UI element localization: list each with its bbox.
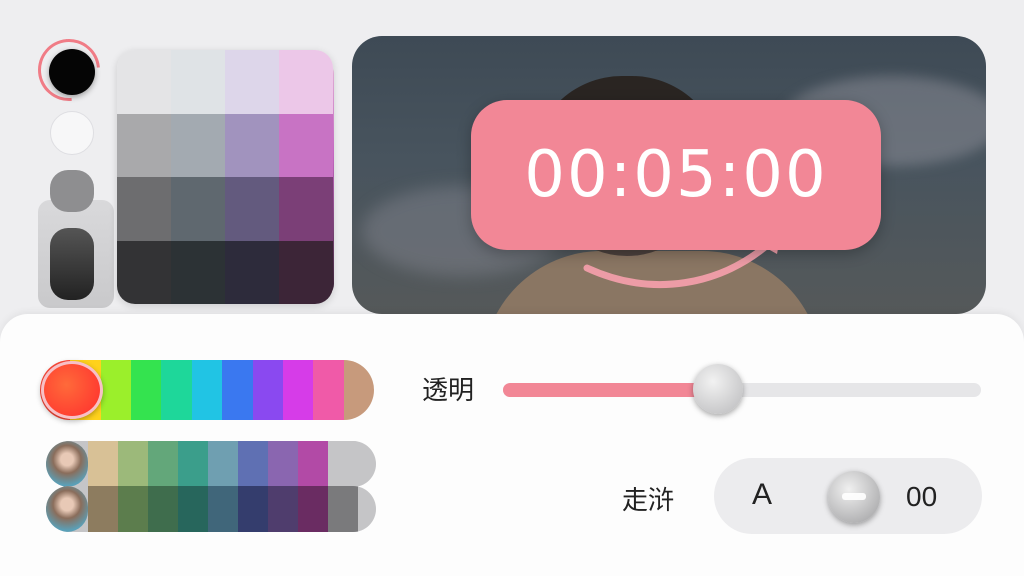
- filter-swatch[interactable]: [178, 441, 208, 487]
- hue-segment[interactable]: [252, 360, 283, 420]
- swatch-cell[interactable]: [279, 177, 333, 241]
- stepper-letter: A: [752, 478, 773, 511]
- minus-icon: [842, 493, 866, 500]
- filter-swatch[interactable]: [208, 486, 238, 532]
- swatch-cell[interactable]: [117, 177, 171, 241]
- filter-swatch[interactable]: [268, 441, 298, 487]
- swatch-cell[interactable]: [279, 50, 333, 114]
- color-chip-white[interactable]: [50, 111, 94, 155]
- swatch-cell[interactable]: [117, 50, 171, 114]
- timer-text: 00:05:00: [524, 138, 828, 212]
- photo-filter-row[interactable]: [46, 441, 376, 487]
- filter-swatch[interactable]: [208, 441, 238, 487]
- filter-swatch[interactable]: [118, 486, 148, 532]
- hue-knob[interactable]: [41, 361, 103, 419]
- swatch-cell[interactable]: [171, 240, 225, 304]
- color-chip-gray[interactable]: [50, 170, 94, 212]
- photo-preview: 00:05:00: [352, 36, 986, 314]
- color-chip-dark[interactable]: [50, 228, 94, 300]
- filter-swatch[interactable]: [298, 486, 328, 532]
- filter-swatch[interactable]: [268, 486, 298, 532]
- photo-filter-row[interactable]: [46, 486, 376, 532]
- filter-swatch[interactable]: [328, 441, 358, 487]
- hue-segment[interactable]: [313, 360, 344, 420]
- hue-segment[interactable]: [191, 360, 223, 420]
- filter-swatch[interactable]: [88, 441, 118, 487]
- hue-segment[interactable]: [161, 360, 192, 420]
- swatch-cell[interactable]: [171, 113, 225, 177]
- hue-segment[interactable]: [222, 360, 253, 420]
- filter-swatch[interactable]: [298, 441, 328, 487]
- photo-thumbnail[interactable]: [46, 486, 88, 532]
- hue-segment[interactable]: [131, 360, 162, 420]
- opacity-slider-fill: [503, 383, 718, 397]
- filter-swatch[interactable]: [118, 441, 148, 487]
- swatch-cell[interactable]: [279, 240, 333, 304]
- opacity-label: 透明: [422, 375, 475, 405]
- hue-segment[interactable]: [100, 360, 132, 420]
- filter-swatch[interactable]: [238, 441, 268, 487]
- photo-thumbnail[interactable]: [46, 441, 88, 487]
- filter-swatch[interactable]: [328, 486, 358, 532]
- run-label: 走浒: [622, 485, 675, 515]
- swatch-cell[interactable]: [225, 50, 279, 114]
- opacity-slider-knob[interactable]: [693, 364, 743, 414]
- swatch-cell[interactable]: [117, 113, 171, 177]
- swatch-cell[interactable]: [279, 113, 333, 177]
- filter-swatch[interactable]: [88, 486, 118, 532]
- filter-swatch[interactable]: [148, 486, 178, 532]
- swatch-cell[interactable]: [225, 113, 279, 177]
- filter-swatch[interactable]: [178, 486, 208, 532]
- stepper-value: 00: [906, 481, 938, 512]
- swatch-cell[interactable]: [171, 50, 225, 114]
- swatch-cell[interactable]: [171, 177, 225, 241]
- hue-segment[interactable]: [282, 360, 314, 420]
- filter-swatch[interactable]: [238, 486, 268, 532]
- color-chip-black[interactable]: [49, 49, 95, 95]
- timer-badge[interactable]: 00:05:00: [471, 100, 881, 250]
- swatch-cell[interactable]: [225, 240, 279, 304]
- swatch-cell[interactable]: [117, 240, 171, 304]
- filter-swatch[interactable]: [148, 441, 178, 487]
- swatch-grid[interactable]: [117, 50, 333, 304]
- swatch-cell[interactable]: [225, 177, 279, 241]
